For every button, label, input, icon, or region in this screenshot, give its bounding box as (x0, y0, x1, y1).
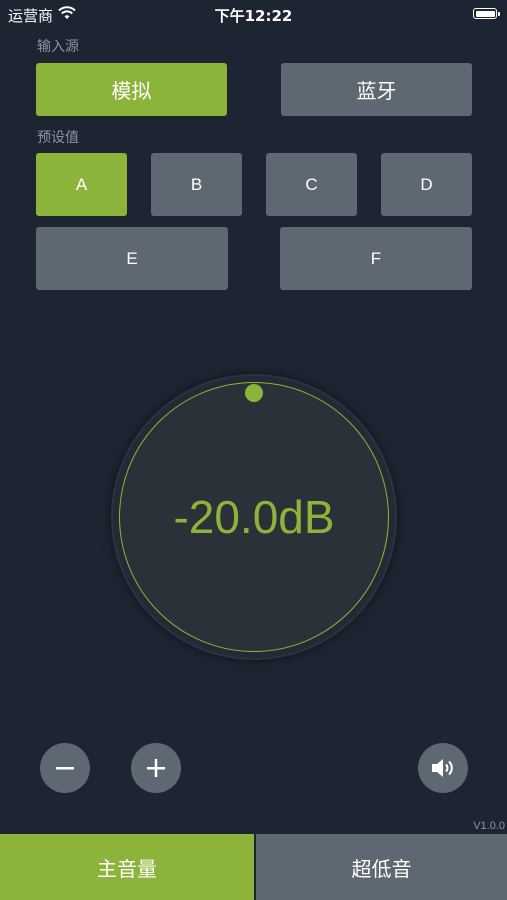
volume-value: -20.0dB (173, 491, 335, 543)
tab-master-volume[interactable]: 主音量 (0, 834, 254, 900)
status-clock: 下午12:22 (214, 7, 293, 25)
tab-subwoofer[interactable]: 超低音 (256, 834, 507, 900)
decrease-volume-button[interactable] (40, 743, 90, 793)
minus-icon (56, 767, 74, 770)
tab-master-volume-label: 主音量 (97, 856, 157, 881)
preset-a-label: A (75, 174, 88, 194)
increase-volume-button[interactable] (131, 743, 181, 793)
preset-e-button[interactable]: E (36, 227, 228, 290)
tab-subwoofer-label: 超低音 (351, 856, 412, 881)
preset-f-button[interactable]: F (280, 227, 472, 290)
version-label: V1.0.0 (473, 820, 505, 832)
preset-c-label: C (305, 174, 318, 194)
input-source-label: 输入源 (37, 39, 79, 55)
preset-d-button[interactable]: D (381, 153, 472, 216)
source-bluetooth-label: 蓝牙 (356, 79, 397, 103)
volume-dial-knob[interactable] (245, 384, 263, 402)
preset-b-label: B (190, 174, 203, 194)
source-bluetooth-button[interactable]: 蓝牙 (281, 63, 472, 116)
app-screen: 运营商 下午12:22 输入源 模拟 蓝牙 预设值 A B C D E F -2… (0, 0, 507, 900)
preset-e-label: E (126, 248, 138, 268)
mute-button[interactable] (418, 743, 468, 793)
preset-b-button[interactable]: B (151, 153, 242, 216)
battery-icon (473, 8, 500, 19)
plus-icon (147, 759, 165, 777)
source-analog-button[interactable]: 模拟 (36, 63, 227, 116)
preset-a-button[interactable]: A (36, 153, 127, 216)
preset-d-label: D (420, 174, 433, 194)
source-analog-label: 模拟 (111, 79, 152, 103)
status-bar: 运营商 下午12:22 (0, 0, 507, 28)
speaker-icon (432, 759, 453, 777)
preset-f-label: F (370, 248, 382, 268)
preset-c-button[interactable]: C (266, 153, 357, 216)
presets-label: 预设值 (37, 130, 79, 146)
